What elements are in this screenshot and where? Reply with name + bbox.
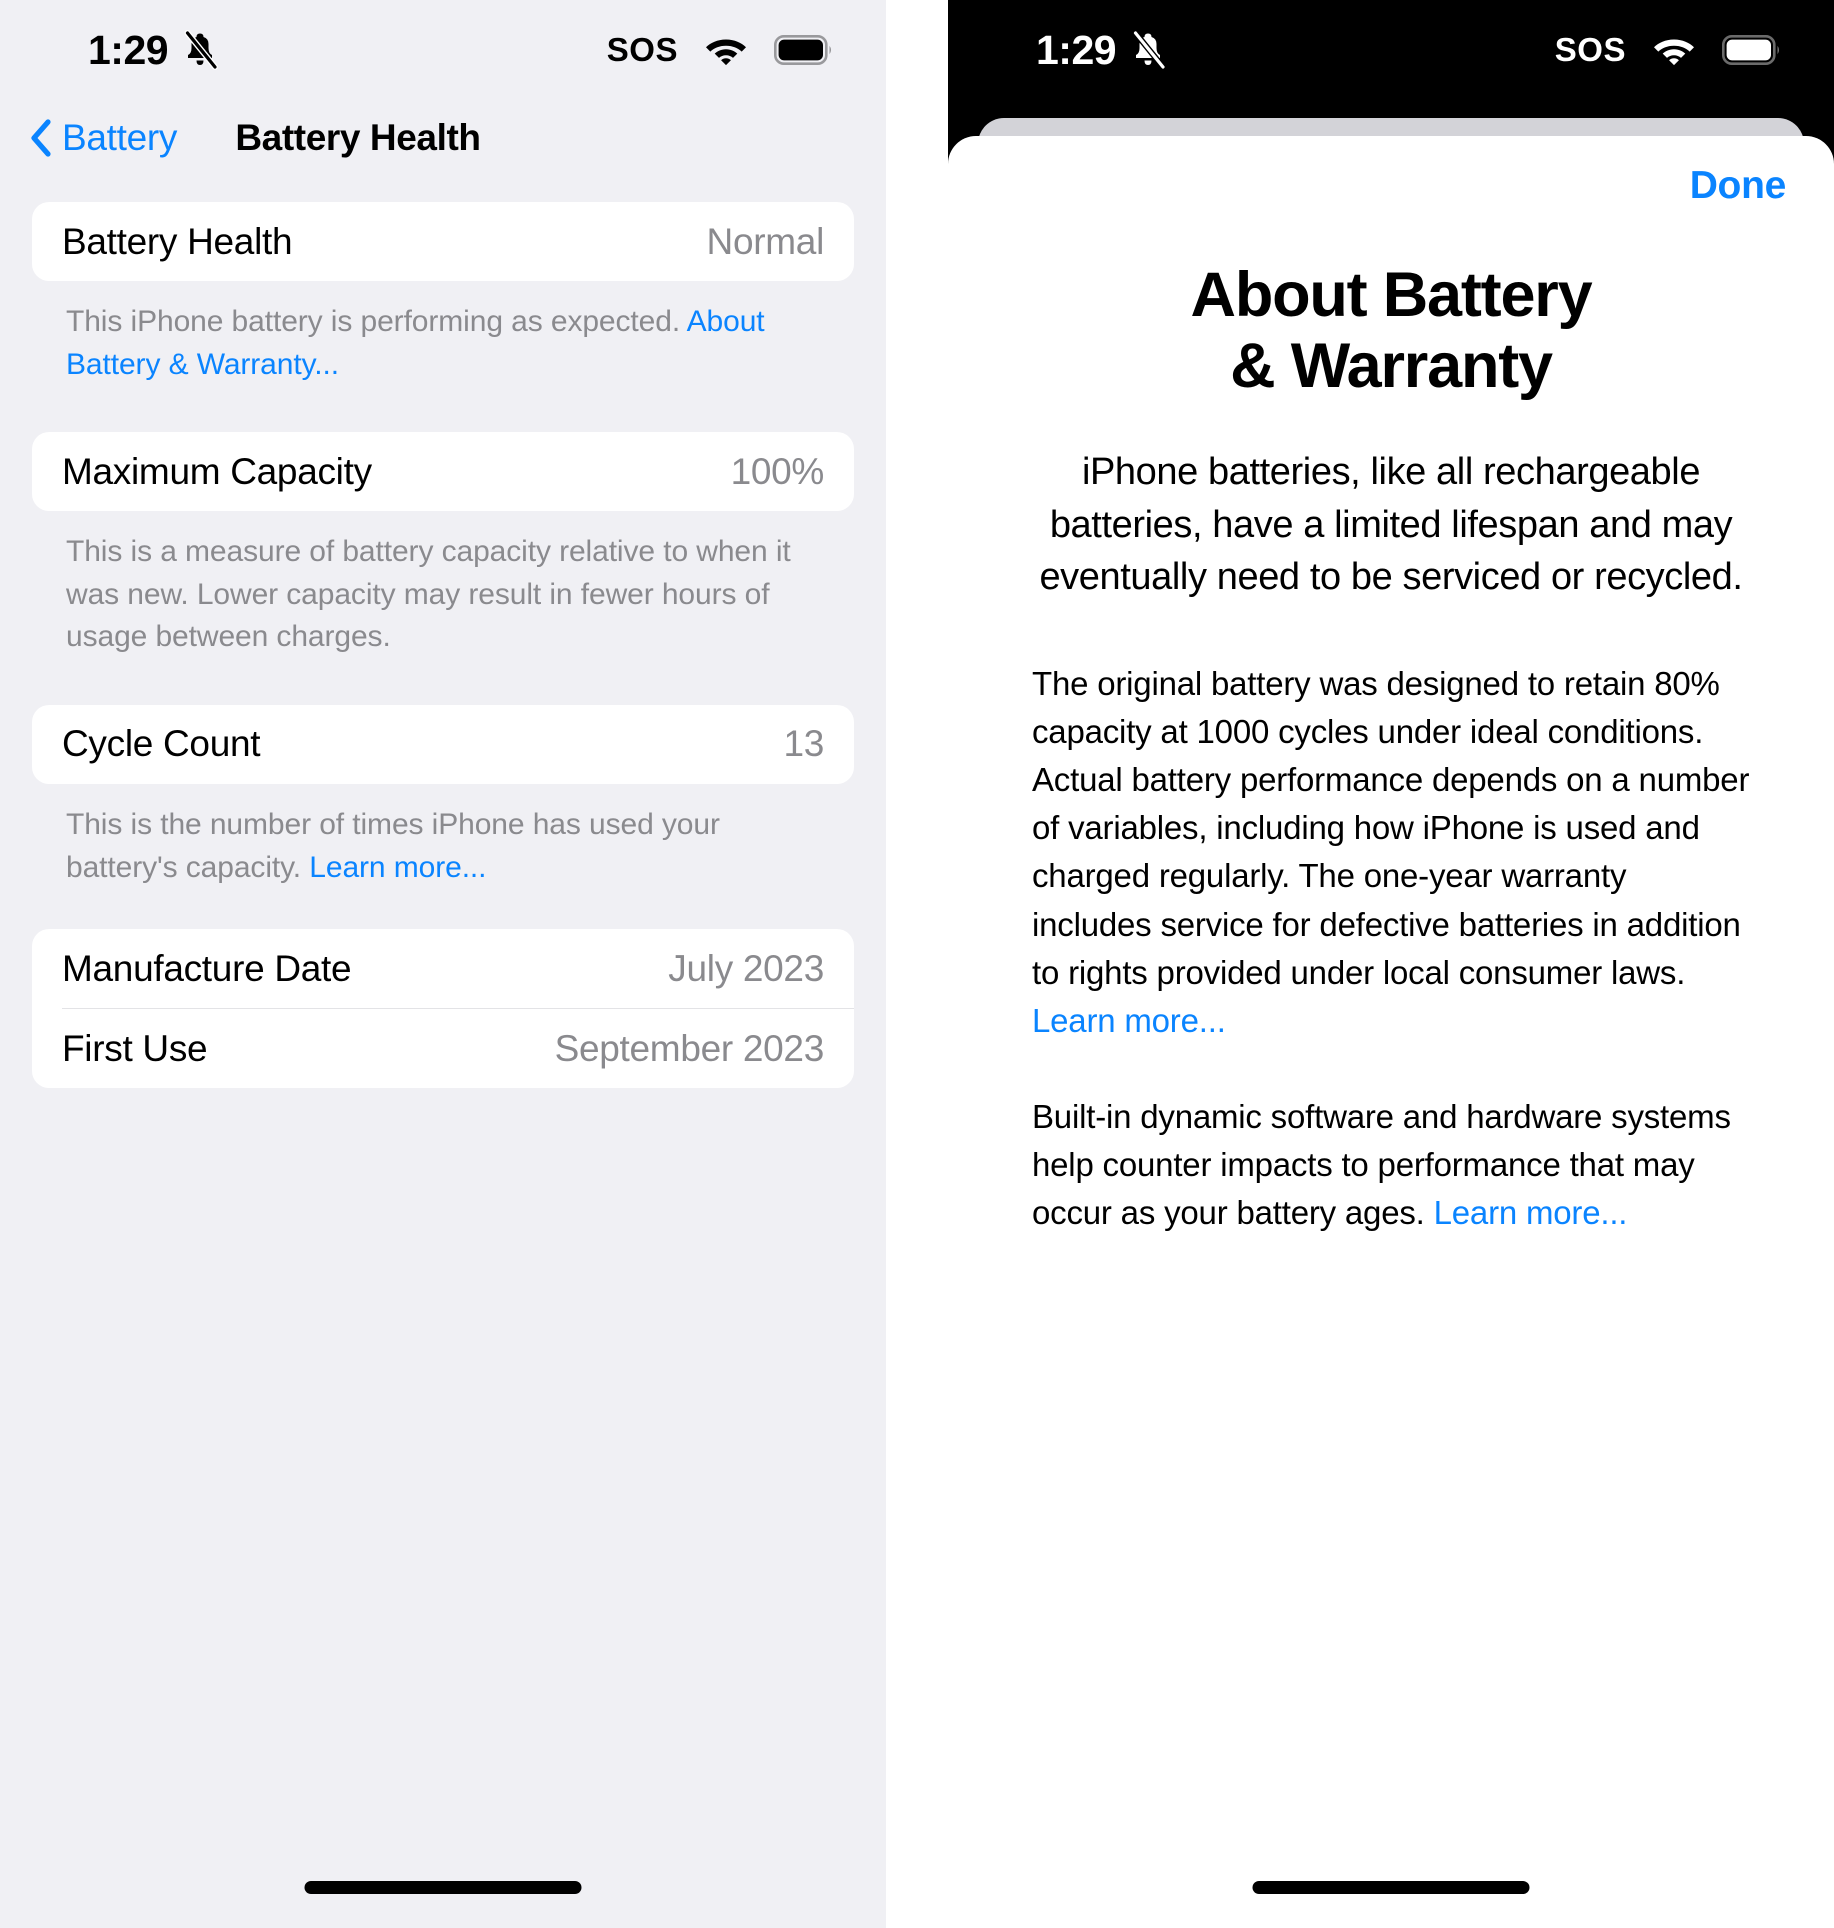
- sos-label: SOS: [606, 31, 678, 68]
- learn-more-link-cycle-count[interactable]: Learn more...: [309, 851, 486, 884]
- status-bar-right-group: SOS: [607, 31, 834, 69]
- row-maximum-capacity[interactable]: Maximum Capacity 100%: [32, 432, 854, 511]
- row-first-use[interactable]: First Use September 2023: [32, 1009, 854, 1088]
- left-phone-screen: 1:29 SOS Battery Battery Health Battery …: [0, 0, 886, 1928]
- row-label: Cycle Count: [62, 723, 261, 765]
- battery-full-icon: [1722, 35, 1782, 65]
- row-label: First Use: [62, 1027, 208, 1069]
- sheet-title: About Battery & Warranty: [1032, 260, 1750, 402]
- row-label: Battery Health: [62, 220, 293, 262]
- settings-card-battery-health: Battery Health Normal: [32, 202, 854, 281]
- sheet-title-line1: About Battery: [1190, 260, 1593, 330]
- right-phone-screen: 1:29 SOS Done About Battery & Warranty i…: [948, 0, 1834, 1928]
- row-value: 13: [783, 723, 824, 765]
- status-bar-time: 1:29: [88, 26, 169, 73]
- footnote-battery-health: This iPhone battery is performing as exp…: [32, 281, 854, 386]
- about-battery-warranty-sheet: Done About Battery & Warranty iPhone bat…: [948, 136, 1834, 1928]
- sheet-toolbar: Done: [948, 136, 1834, 208]
- sheet-paragraph-1: The original battery was designed to ret…: [1032, 660, 1750, 1045]
- navigation-bar: Battery Battery Health: [0, 100, 886, 176]
- row-value: July 2023: [668, 947, 824, 989]
- settings-card-dates: Manufacture Date July 2023 First Use Sep…: [32, 929, 854, 1089]
- battery-full-icon: [774, 35, 834, 65]
- wifi-icon: [1652, 33, 1696, 67]
- sheet-intro-paragraph: iPhone batteries, like all rechargeable …: [1039, 451, 1743, 599]
- dual-screenshot-container: 1:29 SOS Battery Battery Health Battery …: [0, 0, 1834, 1928]
- sheet-content: About Battery & Warranty iPhone batterie…: [948, 260, 1834, 1238]
- status-bar-left: 1:29 SOS: [0, 0, 886, 100]
- row-battery-health[interactable]: Battery Health Normal: [32, 202, 854, 281]
- screenshot-divider: [886, 0, 948, 1928]
- row-value: Normal: [706, 220, 825, 262]
- status-bar-time: 1:29: [1036, 26, 1117, 73]
- done-button[interactable]: Done: [1690, 164, 1787, 208]
- footnote-maximum-capacity: This is a measure of battery capacity re…: [32, 511, 854, 659]
- home-indicator-right[interactable]: [1252, 1881, 1530, 1894]
- chevron-left-icon: [30, 119, 52, 157]
- bell-slash-icon: [182, 30, 219, 70]
- row-label: Maximum Capacity: [62, 450, 372, 492]
- status-bar-right-group: SOS: [1555, 31, 1782, 69]
- paragraph-1-text: The original battery was designed to ret…: [1032, 664, 1750, 991]
- back-button[interactable]: Battery: [30, 117, 177, 159]
- status-bar-right: 1:29 SOS: [948, 0, 1834, 100]
- page-title-text: Battery Health: [235, 117, 481, 158]
- row-label: Manufacture Date: [62, 947, 352, 989]
- status-bar-left-group: 1:29: [88, 26, 219, 74]
- learn-more-link-2[interactable]: Learn more...: [1434, 1194, 1628, 1231]
- bell-slash-icon: [1130, 30, 1167, 70]
- settings-card-maximum-capacity: Maximum Capacity 100%: [32, 432, 854, 512]
- back-button-label: Battery: [62, 117, 178, 158]
- footnote-text: This iPhone battery is performing as exp…: [66, 305, 687, 338]
- settings-card-cycle-count: Cycle Count 13: [32, 704, 854, 784]
- settings-list: Battery Health Normal This iPhone batter…: [0, 202, 886, 1089]
- footnote-text: This is a measure of battery capacity re…: [66, 535, 791, 654]
- learn-more-link-1[interactable]: Learn more...: [1032, 1002, 1226, 1039]
- sos-label: SOS: [1554, 31, 1626, 68]
- row-value: 100%: [730, 450, 825, 492]
- wifi-icon: [704, 33, 748, 67]
- row-value: September 2023: [554, 1027, 825, 1069]
- row-cycle-count[interactable]: Cycle Count 13: [32, 705, 854, 784]
- status-bar-left-group: 1:29: [1036, 26, 1167, 74]
- row-manufacture-date[interactable]: Manufacture Date July 2023: [32, 929, 854, 1008]
- footnote-cycle-count: This is the number of times iPhone has u…: [32, 784, 854, 889]
- home-indicator-left[interactable]: [304, 1881, 582, 1894]
- sheet-paragraph-2: Built-in dynamic software and hardware s…: [1032, 1093, 1750, 1238]
- sheet-title-line2: & Warranty: [1230, 331, 1553, 402]
